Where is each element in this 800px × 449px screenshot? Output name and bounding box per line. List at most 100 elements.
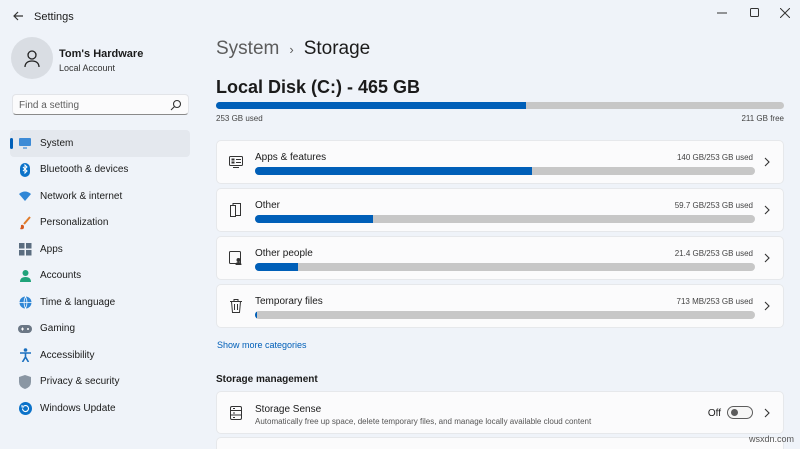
show-more-categories-link[interactable]: Show more categories: [217, 340, 307, 350]
update-icon: [18, 401, 32, 415]
sidebar-item-label: Time & language: [40, 296, 116, 308]
next-settings-card[interactable]: [216, 437, 784, 449]
category-name: Other: [255, 200, 281, 211]
app-title: Settings: [34, 11, 74, 23]
title-bar: Settings: [0, 0, 800, 32]
sidebar-item-label: Personalization: [40, 217, 109, 229]
globe-icon: [18, 295, 32, 309]
sidebar-item-privacy[interactable]: Privacy & security: [10, 369, 190, 396]
sidebar-item-system[interactable]: System: [10, 130, 190, 157]
storage-sense-description: Automatically free up space, delete temp…: [255, 417, 592, 426]
category-other-people[interactable]: Other people 21.4 GB/253 GB used: [216, 236, 784, 280]
search-box[interactable]: [12, 94, 189, 115]
storage-sense-title: Storage Sense: [255, 404, 322, 415]
breadcrumb-separator: ›: [289, 41, 294, 57]
toggle-knob: [731, 409, 738, 416]
sidebar-item-label: System: [40, 137, 74, 149]
apps-features-icon: [228, 154, 244, 170]
chevron-right-icon: [764, 157, 770, 167]
category-usage-bar: [255, 311, 755, 319]
profile-account-type: Local Account: [59, 63, 116, 73]
disk-title: Local Disk (C:) - 465 GB: [216, 77, 421, 97]
sidebar-item-gaming[interactable]: Gaming: [10, 316, 190, 343]
category-usage-fill: [255, 167, 532, 175]
category-apps-features[interactable]: Apps & features 140 GB/253 GB used: [216, 140, 784, 184]
sidebar-item-label: Gaming: [40, 323, 76, 335]
breadcrumb: System › Storage: [216, 38, 370, 60]
category-usage-bar: [255, 167, 755, 175]
search-icon[interactable]: [170, 99, 182, 111]
sidebar-item-label: Accounts: [40, 270, 82, 282]
category-size: 21.4 GB/253 GB used: [674, 249, 753, 258]
storage-drive-icon: [228, 405, 244, 421]
category-usage-fill: [255, 311, 257, 319]
profile-name: Tom's Hardware: [59, 48, 144, 60]
accessibility-icon: [18, 348, 32, 363]
shield-icon: [18, 374, 32, 389]
sidebar-item-label: Bluetooth & devices: [40, 164, 129, 176]
storage-sense-card[interactable]: Storage Sense Automatically free up spac…: [216, 391, 784, 434]
category-size: 713 MB/253 GB used: [676, 297, 754, 306]
apps-icon: [18, 242, 32, 256]
back-arrow-icon: [13, 11, 23, 21]
storage-management-heading: Storage management: [216, 374, 318, 385]
avatar: [11, 37, 53, 79]
close-icon: [780, 8, 790, 18]
category-usage-fill: [255, 263, 298, 271]
disk-usage-bar: [216, 102, 784, 109]
chevron-right-icon: [764, 205, 770, 215]
bluetooth-icon: [18, 162, 32, 177]
category-name: Apps & features: [255, 152, 327, 163]
category-name: Temporary files: [255, 296, 323, 307]
sidebar-item-network[interactable]: Network & internet: [10, 183, 190, 210]
user-profile[interactable]: Tom's Hardware Local Account: [11, 37, 191, 81]
sidebar-item-time-language[interactable]: Time & language: [10, 289, 190, 316]
wifi-icon: [18, 189, 32, 203]
storage-sense-toggle-label: Off: [707, 408, 721, 419]
sidebar-item-accessibility[interactable]: Accessibility: [10, 342, 190, 369]
gamepad-icon: [18, 322, 32, 336]
category-other[interactable]: Other 59.7 GB/253 GB used: [216, 188, 784, 232]
sidebar-item-label: Privacy & security: [40, 376, 120, 388]
sidebar-item-accounts[interactable]: Accounts: [10, 263, 190, 290]
brush-icon: [18, 216, 32, 230]
sidebar-item-label: Network & internet: [40, 190, 123, 202]
chevron-right-icon: [764, 301, 770, 311]
storage-sense-toggle[interactable]: [727, 406, 753, 419]
person-avatar-icon: [24, 50, 40, 68]
sidebar-item-label: Accessibility: [40, 349, 95, 361]
category-size: 140 GB/253 GB used: [676, 153, 753, 162]
other-people-icon: [228, 250, 244, 266]
sidebar-item-apps[interactable]: Apps: [10, 236, 190, 263]
monitor-icon: [18, 136, 32, 150]
sidebar-item-bluetooth[interactable]: Bluetooth & devices: [10, 157, 190, 184]
search-input[interactable]: [19, 97, 169, 113]
sidebar-nav: System Bluetooth & devices Network & int…: [10, 130, 190, 422]
disk-used-label: 253 GB used: [216, 114, 263, 123]
sidebar-item-windows-update[interactable]: Windows Update: [10, 395, 190, 422]
minimize-button[interactable]: [707, 2, 737, 24]
page-title: Storage: [303, 38, 371, 59]
disk-usage-fill: [216, 102, 526, 109]
minimize-icon: [717, 12, 727, 14]
chevron-right-icon: [764, 408, 770, 418]
chevron-right-icon: [764, 253, 770, 263]
sidebar-item-personalization[interactable]: Personalization: [10, 210, 190, 237]
sidebar-item-label: Apps: [40, 243, 63, 255]
category-usage-bar: [255, 215, 755, 223]
category-size: 59.7 GB/253 GB used: [674, 201, 753, 210]
other-files-icon: [228, 202, 244, 218]
category-usage-fill: [255, 215, 373, 223]
category-usage-bar: [255, 263, 755, 271]
disk-free-label: 211 GB free: [741, 114, 784, 123]
close-button[interactable]: [770, 2, 800, 24]
trash-icon: [228, 298, 244, 314]
category-temporary-files[interactable]: Temporary files 713 MB/253 GB used: [216, 284, 784, 328]
back-button[interactable]: [8, 6, 28, 26]
maximize-icon: [750, 8, 759, 17]
watermark: wsxdn.com: [748, 434, 794, 444]
maximize-button[interactable]: [740, 2, 770, 24]
breadcrumb-parent[interactable]: System: [216, 38, 279, 60]
sidebar-item-label: Windows Update: [40, 402, 116, 414]
category-name: Other people: [255, 248, 313, 259]
